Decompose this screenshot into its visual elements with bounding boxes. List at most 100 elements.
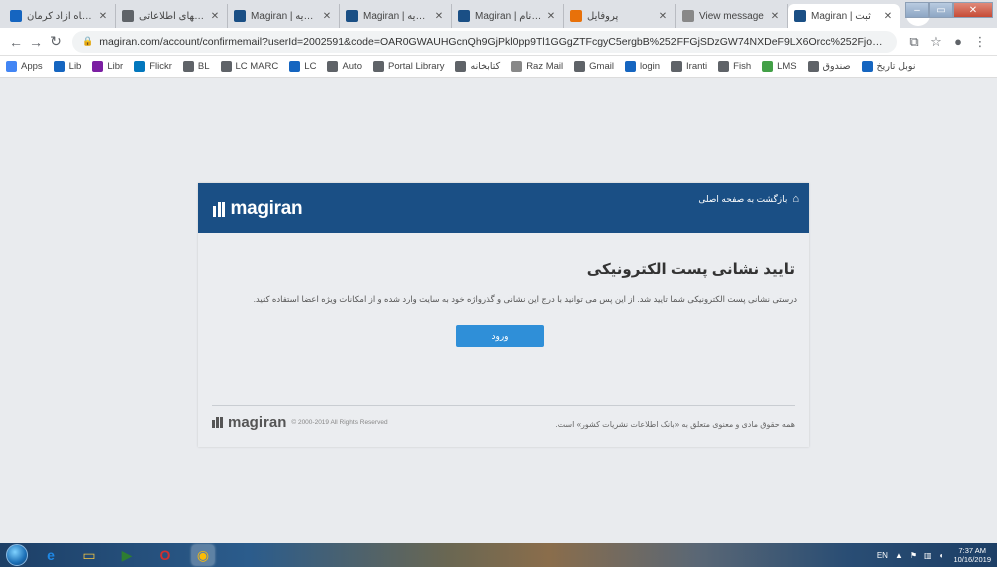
start-button[interactable] <box>6 544 28 566</box>
globe-icon <box>807 61 819 72</box>
menu-dots-icon[interactable]: ⋮ <box>969 34 991 50</box>
image-icon <box>134 61 146 72</box>
bookmark-label: BL <box>197 61 210 72</box>
bookmark-item[interactable]: LMS <box>762 61 797 72</box>
browser-tab[interactable]: Magiran | ثبت ✕ <box>788 4 900 28</box>
bookmark-item[interactable]: BL <box>182 61 210 72</box>
language-indicator[interactable]: EN <box>877 551 888 560</box>
browser-tab[interactable]: Magiran | نیم نام✕ <box>452 4 564 28</box>
close-tab-icon[interactable]: ✕ <box>97 11 109 22</box>
bookmark-label: Fish <box>733 61 752 72</box>
close-tab-icon[interactable]: ✕ <box>321 11 333 22</box>
star-icon[interactable]: ☆ <box>925 34 947 50</box>
bookmark-item[interactable]: LC <box>289 61 316 72</box>
tab-label: Magiran | نشریه <box>363 10 430 22</box>
chrome-icon[interactable]: ◉ <box>192 545 214 565</box>
bookmark-item[interactable]: Auto <box>327 61 362 72</box>
address-bar-url: magiran.com/account/confirmemail?userId=… <box>99 35 887 48</box>
browser-tab[interactable]: دانشگاه آزاد کرمان✕ <box>4 4 116 28</box>
browser-tab[interactable]: Magiran | نشریه✕ <box>340 4 452 28</box>
tab-label: پایگاههای اطلاعاتی <box>139 10 206 22</box>
logo-text: magiran <box>230 198 303 219</box>
browser-tab[interactable]: پایگاههای اطلاعاتی✕ <box>116 4 228 28</box>
reload-icon[interactable]: ↻ <box>46 33 66 50</box>
tray-arrow-icon[interactable]: ▲ <box>895 551 903 560</box>
login-button[interactable]: ورود <box>456 325 544 347</box>
clock[interactable]: 7:37 AM 10/16/2019 <box>953 546 991 564</box>
close-tab-icon[interactable]: ✕ <box>545 11 557 22</box>
confirmation-message: درستی نشانی پست الکترونیکی شما تایید شد.… <box>253 294 797 304</box>
bookmark-item[interactable]: Portal Library <box>372 61 445 72</box>
bookmark-item[interactable]: Iranti <box>671 61 707 72</box>
magiran-logo[interactable]: magiran <box>213 198 303 220</box>
network-icon[interactable]: ▥ <box>924 551 932 560</box>
close-tab-icon[interactable]: ✕ <box>209 11 221 22</box>
bookmark-label: LC <box>304 61 317 72</box>
bookmark-label: Auto <box>342 61 362 72</box>
bookmark-item[interactable]: Lib <box>53 61 82 72</box>
extension-icon[interactable]: ⧉ <box>903 34 925 50</box>
globe-icon <box>220 61 232 72</box>
link-icon <box>327 61 339 72</box>
browser-tab[interactable]: Magiran | نشریه✕ <box>228 4 340 28</box>
bookmark-item[interactable]: Flickr <box>134 61 172 72</box>
bookmark-item[interactable]: Apps <box>6 61 43 72</box>
ka-icon <box>10 10 22 22</box>
flag-icon[interactable]: ⚑ <box>910 551 917 560</box>
home-icon: ⌂ <box>792 193 799 205</box>
footer-copyright: © 2000-2019 All Rights Reserved <box>291 419 388 426</box>
magiran-icon <box>234 10 246 22</box>
tab-label: پروفایل <box>587 10 619 22</box>
magiran-icon <box>458 10 470 22</box>
address-bar[interactable]: 🔒 magiran.com/account/confirmemail?userI… <box>72 30 897 53</box>
bookmark-item[interactable]: Fish <box>718 61 751 72</box>
bookmark-label: Iranti <box>686 61 708 72</box>
bookmark-label: کتابخانه <box>470 61 501 72</box>
close-tab-icon[interactable]: ✕ <box>657 11 669 22</box>
browser-tab[interactable]: پروفایل ✕ <box>564 4 676 28</box>
profile-icon[interactable]: ● <box>947 34 969 49</box>
back-to-home-link[interactable]: بازگشت به صفحه اصلی ⌂ <box>698 193 799 205</box>
confirm-email-card: magiran بازگشت به صفحه اصلی ⌂ تایید نشان… <box>198 183 809 447</box>
folder-icon[interactable]: ▭ <box>78 545 100 565</box>
bookmark-item[interactable]: Libr <box>92 61 123 72</box>
ie-icon[interactable]: e <box>40 545 62 565</box>
globe-icon <box>122 10 134 22</box>
close-tab-icon[interactable]: ✕ <box>433 11 445 22</box>
bookmark-label: Portal Library <box>387 61 445 72</box>
bookmark-item[interactable]: کتابخانه <box>455 61 500 72</box>
bookmark-label: LMS <box>777 61 797 72</box>
clock-date: 10/16/2019 <box>953 555 991 564</box>
footer-logo: magiran © 2000-2019 All Rights Reserved <box>212 414 388 431</box>
bookmark-label: Raz Mail <box>526 61 564 72</box>
volume-icon[interactable]: ◖ <box>939 551 944 560</box>
bookmark-item[interactable]: login <box>624 61 660 72</box>
magiran-icon <box>346 10 358 22</box>
globe-icon <box>718 61 730 72</box>
bookmark-item[interactable]: LC MARC <box>220 61 278 72</box>
bookmark-item[interactable]: Raz Mail <box>511 61 563 72</box>
clock-time: 7:37 AM <box>958 546 986 555</box>
close-window-button[interactable]: ✕ <box>953 2 993 18</box>
close-tab-icon[interactable]: ✕ <box>769 11 781 22</box>
bookmark-label: Lib <box>68 61 82 72</box>
bookmarks-bar: Apps Lib Libr Flickr BL LC MARC LC Auto Portal L… <box>0 56 997 78</box>
minimize-button[interactable]: – <box>905 2 929 18</box>
media-player-icon[interactable]: ▶ <box>116 545 138 565</box>
maximize-button[interactable]: ▭ <box>929 2 953 18</box>
close-tab-icon[interactable]: ✕ <box>882 11 894 22</box>
browser-tab[interactable]: View message ✕ <box>676 4 788 28</box>
bookmark-item[interactable]: نوبل تاریخ <box>861 61 916 72</box>
bookmark-label: نوبل تاریخ <box>876 61 916 72</box>
page-content: magiran بازگشت به صفحه اصلی ⌂ تایید نشان… <box>0 79 997 543</box>
library-icon <box>289 61 301 72</box>
opera-icon[interactable]: O <box>154 545 176 565</box>
forward-icon[interactable]: → <box>26 34 46 50</box>
bookmark-label: Flickr <box>149 61 172 72</box>
bookmark-item[interactable]: صندوق <box>807 61 851 72</box>
globe-icon <box>671 61 683 72</box>
back-icon[interactable]: ← <box>6 34 26 50</box>
tab-label: View message <box>699 10 764 22</box>
mail-icon <box>511 61 523 72</box>
bookmark-item[interactable]: Gmail <box>574 61 614 72</box>
